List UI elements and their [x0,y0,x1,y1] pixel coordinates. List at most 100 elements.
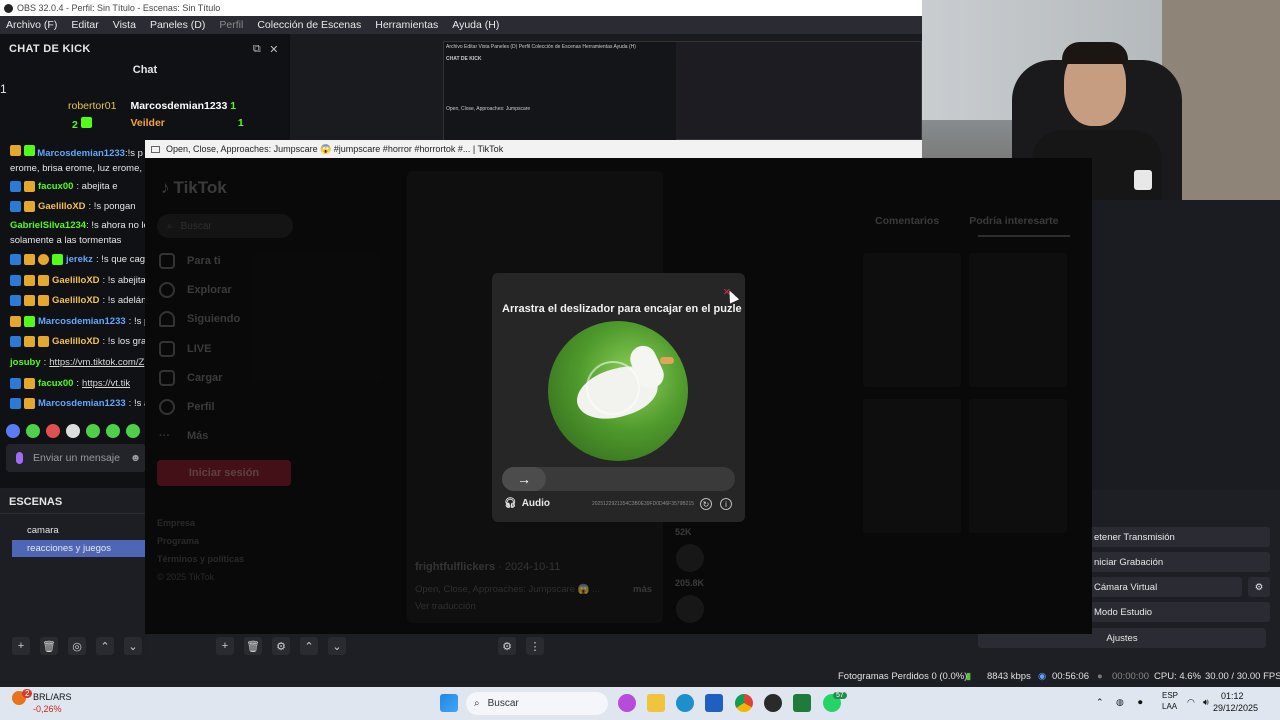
gear-icon[interactable]: ⚙ [272,637,290,655]
close-icon[interactable]: ✕ [267,43,281,56]
emote-icon[interactable] [66,424,80,438]
scene-camara[interactable]: camara [12,522,145,539]
trash-icon[interactable]: 🗑 [244,637,262,655]
chat-link[interactable]: https://vt.tik [82,378,130,389]
stop-stream-button[interactable]: etener Transmisión [1088,527,1270,547]
chrome-icon[interactable] [735,694,753,712]
emoji-icon[interactable]: ☻ [130,452,141,464]
virtual-camera-gear-icon[interactable]: ⚙ [1248,577,1270,597]
leader-user-3[interactable]: Veilder [130,117,164,129]
add-icon[interactable]: + [12,637,30,655]
virtual-camera-button[interactable]: Cámara Virtual [1088,577,1242,597]
thumbnail-menu: Archivo Editar Vista Paneles (D) Perfil … [446,44,636,50]
info-icon[interactable]: i [720,498,732,510]
bitrate: 8843 kbps [987,671,1031,682]
clock-date: 29/12/2025 [1213,703,1259,713]
fps-readout: 30.00 / 30.00 FPS [1205,671,1280,682]
move-down-icon[interactable]: ⌄ [124,637,142,655]
scenes-dock: ESCENAS camara reacciones y juegos [0,490,145,660]
refresh-icon[interactable]: ↻ [700,498,712,510]
chat-link[interactable]: https://vm.tiktok.com/Z [49,357,144,368]
leader-count-1: 2 [72,119,78,131]
move-down-icon[interactable]: ⌄ [328,637,346,655]
wifi-icon[interactable]: ◠ [1187,697,1195,708]
taskbar-search[interactable]: ⌕ Buscar [466,692,608,715]
cam-shirt-crest [1134,170,1152,190]
preview-thumbnail: Archivo Editar Vista Paneles (D) Perfil … [443,41,922,141]
emote-bar [6,424,160,438]
emote-icon[interactable] [106,424,120,438]
rank-badge: 1 [0,82,7,96]
menu-editar[interactable]: Editar [71,19,98,31]
emote-icon[interactable] [126,424,140,438]
filter-icon[interactable]: ◎ [68,637,86,655]
captcha-audio-button[interactable]: 🎧︎ Audio [504,498,550,509]
move-up-icon[interactable]: ⌃ [96,637,114,655]
volume-icon[interactable]: 🔊︎ [1203,697,1209,708]
emote-icon[interactable] [6,424,20,438]
captcha-modal: × Arrastra el deslizador para encajar en… [492,273,745,522]
chat-input-placeholder: Enviar un mensaje [33,452,120,464]
store-icon[interactable] [705,694,723,712]
edge-icon[interactable] [676,694,694,712]
menu-paneles[interactable]: Paneles (D) [150,19,205,31]
scene-reacciones[interactable]: reacciones y juegos [12,540,145,557]
emote-icon[interactable] [46,424,60,438]
start-recording-button[interactable]: niciar Grabación [1088,552,1270,572]
trash-icon[interactable]: 🗑 [40,637,58,655]
kick-dock-title: CHAT DE KICK [9,43,91,55]
whatsapp-badge: 57 [833,692,847,699]
keyboard-lang[interactable]: ESP [1162,691,1178,700]
chat-subtitle: Chat [132,64,158,76]
studio-mode-button[interactable]: Modo Estudio [1088,602,1270,622]
tiktok-window-titlebar: Open, Close, Approaches: Jumpscare 😱 #ju… [145,140,922,158]
leader-user-2[interactable]: Marcosdemian1233 [130,100,227,112]
thumbnail-tab-title: Open, Close, Approaches: Jumpscare [446,106,531,112]
mixer-toolbar: ⚙ ⋮ [498,636,544,656]
chevron-up-icon[interactable]: ⌃ [1096,697,1104,708]
gear-icon[interactable]: ⚙ [498,637,516,655]
cpu-usage: CPU: 4.6% [1154,671,1201,682]
xbox-icon[interactable] [793,694,811,712]
captcha-puzzle-image [548,321,688,461]
add-icon[interactable]: + [216,637,234,655]
clock-time[interactable]: 01:12 [1221,691,1244,701]
emote-icon[interactable] [26,424,40,438]
menu-archivo[interactable]: Archivo (F) [6,19,57,31]
tiktok-window-title: Open, Close, Approaches: Jumpscare 😱 #ju… [166,143,504,154]
file-explorer-icon[interactable] [647,694,665,712]
captcha-slider-handle[interactable]: → [502,467,546,491]
arrow-right-icon: → [517,471,531,487]
stream-time: 00:56:06 [1052,671,1089,682]
currency-change: -0,26% [33,704,62,714]
kick-coin-icon [80,117,92,128]
leader-user-1[interactable]: robertor01 [68,100,116,112]
kick-dock-header: CHAT DE KICK ⧉ ✕ [0,34,290,64]
scenes-toolbar: + 🗑 ◎ ⌃ ⌄ [12,636,142,656]
goose-beak [660,357,674,364]
obs-title-bar: OBS 32.0.4 - Perfil: Sin Título - Escena… [0,0,922,16]
leader-count-2: 1 [230,100,237,112]
menu-ayuda[interactable]: Ayuda (H) [452,19,499,31]
headphones-icon: 🎧︎ [504,498,517,509]
more-icon[interactable]: ⋮ [526,637,544,655]
obs-taskbar-icon[interactable] [764,694,782,712]
scenes-title: ESCENAS [0,490,145,514]
mic-icon[interactable] [16,452,23,464]
copilot-icon[interactable] [618,694,636,712]
record-time: 00:00:00 [1112,671,1149,682]
menu-perfil[interactable]: Perfil [219,19,243,31]
currency-label[interactable]: BRL/ARS [33,692,72,702]
menu-herramientas[interactable]: Herramientas [375,19,438,31]
network-icon[interactable]: ◍ [1116,697,1124,708]
windows-start-icon[interactable] [440,694,458,712]
undock-icon[interactable]: ⧉ [250,43,264,56]
emote-icon[interactable] [86,424,100,438]
menu-coleccion-escenas[interactable]: Colección de Escenas [257,19,361,31]
chat-input[interactable]: Enviar un mensaje ☻ [6,444,146,472]
sources-toolbar: + 🗑 ⚙ ⌃ ⌄ [216,636,346,656]
menu-vista[interactable]: Vista [113,19,136,31]
mic-tray-icon[interactable]: ⏺ [1138,697,1143,708]
move-up-icon[interactable]: ⌃ [300,637,318,655]
record-icon: ● [1097,671,1103,682]
